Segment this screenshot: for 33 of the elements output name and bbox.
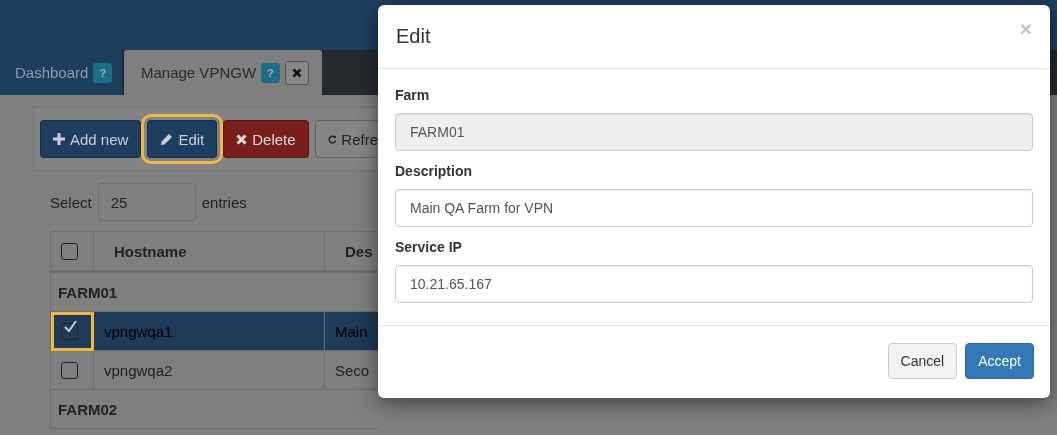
input-field[interactable]: 10.21.65.167 [395,265,1033,303]
close-icon [291,67,302,78]
field-label: Farm [395,87,431,103]
cancel-button[interactable]: Cancel [887,343,958,379]
add-button[interactable]: Add new [40,120,142,158]
select-label: Select [50,193,92,211]
checkbox[interactable] [61,322,78,340]
field-label: Description [395,163,473,179]
group-row: FARM01 [50,271,378,312]
field-label: Service IP [395,239,463,255]
entries-label: entries [201,193,247,211]
refresh-button[interactable]: Refre [314,120,378,158]
checkbox[interactable] [61,361,78,379]
delete-button[interactable]: Delete [223,120,309,158]
input-field[interactable]: Main QA Farm for VPN [395,189,1033,227]
modal-title: Edit [396,25,431,48]
tab[interactable]: Dashboard ? [0,50,122,95]
help-badge[interactable]: ? [261,62,280,83]
description-cell: Main [324,311,378,351]
page-size-field[interactable]: 25 [97,183,196,221]
refresh-icon [327,132,337,146]
help-badge[interactable]: ? [93,62,113,83]
pencil-icon [160,132,174,146]
tab[interactable]: Manage VPNGW ? [124,50,322,95]
group-row: FARM02 [50,389,378,429]
column-header[interactable]: Hostname [93,231,325,272]
x-icon [236,133,248,145]
tab-close-button[interactable] [284,60,309,85]
accept-button[interactable]: Accept [965,343,1034,379]
hostname-cell: vpngwqa1 [93,311,325,351]
hostname-cell: vpngwqa2 [93,350,325,390]
checkbox[interactable] [61,242,78,260]
plus-icon [53,133,65,145]
